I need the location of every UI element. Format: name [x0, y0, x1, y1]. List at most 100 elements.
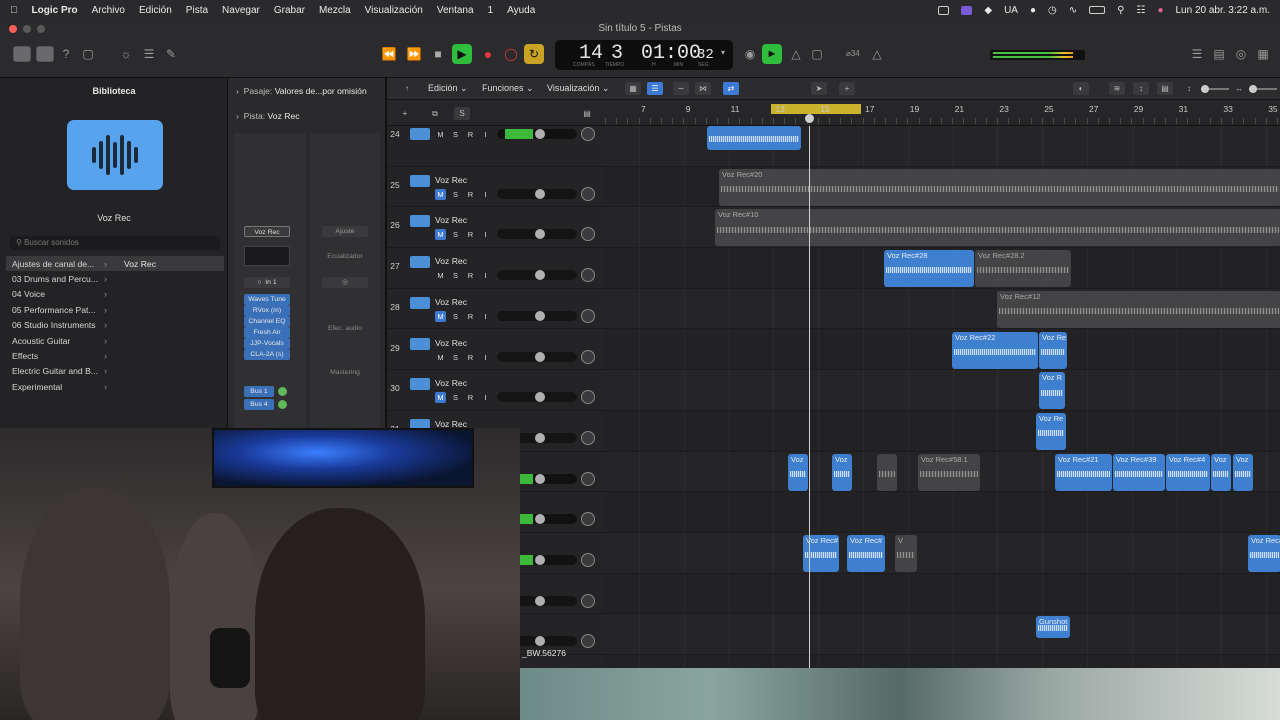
solo-button[interactable]: S [450, 352, 461, 363]
audio-region[interactable]: Voz Rec#28.2 [975, 250, 1071, 288]
audio-region[interactable]: Voz [1211, 453, 1231, 491]
pan-knob[interactable] [581, 308, 595, 323]
track-name[interactable]: Voz Rec [435, 215, 467, 225]
send-level-knob[interactable] [278, 400, 287, 409]
volume-slider[interactable] [497, 351, 577, 362]
cycle-button[interactable]: ↻ [524, 44, 544, 64]
track-lane[interactable] [605, 574, 1280, 615]
record-enable-button[interactable]: R [465, 392, 476, 403]
bar-ruler[interactable]: 7 9 11 13 15 17 19 21 23 25 27 29 31 33 35 [605, 100, 1280, 126]
browser-icon[interactable]: ▦ [1256, 47, 1270, 61]
library-category-item[interactable]: 05 Performance Pat... › [6, 302, 224, 317]
audio-region[interactable]: Voz Rec#4 [1166, 453, 1210, 491]
list-editors-icon[interactable]: ☰ [1190, 47, 1204, 61]
plugin-slot[interactable]: Waves Tune [244, 294, 290, 305]
volume-knob[interactable] [535, 432, 545, 443]
wifi-icon[interactable]: ∿ [1069, 5, 1077, 16]
mixer-icon[interactable]: ☰ [142, 47, 156, 61]
volume-slider[interactable] [497, 270, 577, 281]
volume-knob[interactable] [535, 270, 545, 281]
toolbar-toggle-icon[interactable]: ▢ [81, 47, 95, 61]
volume-knob[interactable] [535, 188, 545, 199]
pan-knob[interactable] [581, 268, 595, 283]
record-enable-button[interactable]: R [465, 129, 476, 140]
pan-knob[interactable] [581, 512, 595, 527]
eq-thumbnail[interactable] [244, 246, 290, 266]
pointer-tool-icon[interactable]: ➤ [811, 82, 827, 95]
volume-knob[interactable] [535, 310, 545, 321]
volume-knob[interactable] [535, 595, 545, 606]
record-enable-button[interactable]: R [465, 352, 476, 363]
track-inspector-header[interactable]: › Pista: Voz Rec [236, 111, 300, 121]
audio-region[interactable]: Voz Rec# [847, 535, 885, 572]
volume-knob[interactable] [535, 636, 545, 647]
control-center-icon[interactable]: ☷ [1136, 5, 1145, 16]
mute-button[interactable]: M [435, 352, 446, 363]
arrange-area[interactable]: Voz Rec#20 Voz Rec#10 Voz Rec#28 Voz Rec#28… [605, 126, 1280, 668]
vpn-icon[interactable]: ◆ [984, 5, 992, 16]
smart-controls-icon[interactable]: ☼ [119, 47, 133, 61]
play-button[interactable]: ▶ [452, 44, 472, 64]
track-name[interactable]: Voz Rec [435, 256, 467, 266]
track-lane[interactable] [605, 330, 1280, 371]
mute-button[interactable]: M [435, 188, 446, 200]
solo-button[interactable]: S [450, 270, 461, 281]
record-enable-button[interactable]: R [465, 189, 476, 200]
mute-button[interactable]: M [435, 270, 446, 281]
add-track-icon[interactable]: + [397, 107, 413, 120]
audio-region[interactable]: V [895, 535, 917, 572]
menu-grabar[interactable]: Grabar [274, 5, 305, 16]
solo-button[interactable]: S [450, 311, 461, 322]
audio-region[interactable]: Voz Rec# [1248, 535, 1280, 572]
audio-region[interactable]: Voz Rec#10 [715, 209, 1280, 247]
stop-button[interactable]: ■ [428, 44, 448, 64]
help-icon[interactable]: ? [59, 47, 73, 61]
menu-archivo[interactable]: Archivo [92, 5, 125, 16]
library-category-item[interactable]: 04 Voice › [6, 287, 224, 302]
catch-playhead-icon[interactable]: ⇄ [723, 82, 739, 95]
loops-browser-icon[interactable]: ◎ [1234, 47, 1248, 61]
library-category-item[interactable]: Ajustes de canal de... › Voz Rec [6, 256, 224, 272]
lcd-dropdown-icon[interactable]: ▾ [721, 48, 725, 57]
screen-record-icon[interactable] [961, 5, 973, 15]
library-category-item[interactable]: Experimental › [6, 379, 224, 394]
library-category-item[interactable]: Electric Guitar and B... › [6, 364, 224, 379]
count-in-icon[interactable]: ▢ [810, 47, 824, 61]
solo-button[interactable]: S [450, 189, 461, 200]
vertical-zoom-icon[interactable]: ↕ [1181, 82, 1197, 95]
battery-icon[interactable] [1089, 6, 1106, 14]
plugin-slot[interactable]: Channel EQ [244, 316, 290, 327]
volume-knob[interactable] [535, 555, 545, 565]
track-name[interactable]: Voz Rec [435, 338, 467, 348]
tracks-menu-funciones[interactable]: Funciones ⌄ [482, 83, 534, 94]
pan-knob[interactable] [581, 227, 595, 242]
track-header[interactable]: 29 Voz Rec M S R I [387, 330, 605, 371]
library-category-item[interactable]: 03 Drums and Percu... › [6, 271, 224, 286]
speaker-button[interactable]: ► [762, 44, 782, 64]
link-button[interactable]: ◎ [322, 277, 368, 288]
library-category-item[interactable]: 06 Studio Instruments › [6, 318, 224, 333]
audio-region[interactable] [707, 126, 801, 150]
lcd-display[interactable]: 14 3 01:00 32 COMPÁS TIEMPO H MIN SEG ▾ [555, 40, 733, 70]
audio-region[interactable]: Voz [832, 453, 852, 491]
audio-region[interactable]: Gunshot [1036, 616, 1070, 639]
pan-knob[interactable] [581, 553, 595, 567]
region-inspector-header[interactable]: › Pasaje: Valores de...por omisión [236, 86, 367, 96]
duplicate-track-icon[interactable]: ⧉ [427, 107, 443, 120]
pan-knob[interactable] [581, 593, 595, 608]
menu-app-name[interactable]: Logic Pro [32, 5, 78, 16]
input-monitor-button[interactable]: I [480, 129, 491, 140]
send-slot[interactable]: Bus 1 [244, 386, 274, 397]
plugin-slot[interactable]: RVox (m) [244, 305, 290, 316]
list-view-icon[interactable]: ☰ [647, 82, 663, 95]
rewind-button[interactable]: ⏪ [379, 44, 399, 64]
volume-slider[interactable] [497, 310, 577, 321]
pan-knob[interactable] [581, 127, 595, 141]
play-status-icon[interactable]: ● [1030, 5, 1036, 16]
input-monitor-button[interactable]: I [480, 270, 491, 281]
plugin-slot[interactable]: CLA-2A (s) [244, 349, 290, 360]
audio-region[interactable]: Voz Rec#28 [884, 250, 974, 288]
track-header[interactable]: 30 Voz Rec M S R I [387, 370, 605, 411]
audio-region[interactable]: Voz Rec#20 [719, 168, 1280, 206]
pan-knob[interactable] [581, 349, 595, 364]
